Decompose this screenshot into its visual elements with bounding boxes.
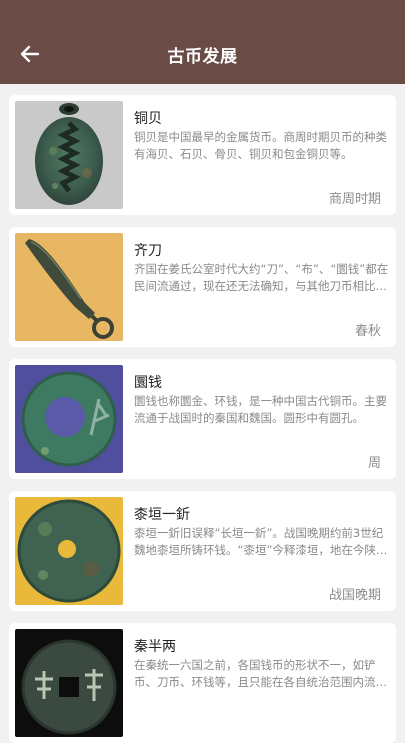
coin-name: 齐刀 bbox=[134, 243, 162, 259]
coin-description: 圜钱也称圜金、环钱，是一种中国古代铜币。主要流通于战国时的秦国和魏国。圆形中有圆… bbox=[134, 394, 387, 425]
coin-description: 齐国在姜氏公室时代大约“刀”、“布”、“圜钱”都在民间流通过，现在还无法确知，与… bbox=[134, 262, 389, 293]
coin-era: 商周时期 bbox=[328, 192, 381, 207]
coin-card-copper-shell[interactable]: 铜贝 铜贝是中国最早的金属货币。商周时期贝币的种类有海贝、石贝、骨贝、铜贝和包金… bbox=[9, 95, 396, 215]
coin-card-banliang[interactable]: 秦半两 在秦统一六国之前，各国钱币的形状不一，如铲币、刀币、环钱等，且只能在各自… bbox=[9, 623, 396, 743]
coin-name: 铜贝 bbox=[134, 111, 162, 127]
copper-shell-coin-image bbox=[15, 101, 123, 209]
coin-card-round[interactable]: 圜钱 圜钱也称圜金、环钱，是一种中国古代铜币。主要流通于战国时的秦国和魏国。圆形… bbox=[9, 359, 396, 479]
coin-name: 秦半两 bbox=[134, 639, 176, 655]
coin-era: 周 bbox=[367, 456, 381, 471]
coin-name: 圜钱 bbox=[134, 375, 162, 391]
coin-era: 战国晚期 bbox=[328, 588, 381, 603]
coin-card-qiyuan[interactable]: 桼垣一釿 桼垣一釿旧误释“长垣一釿”。战国晚期约前3世纪魏地桼垣所铸环钱。“桼垣… bbox=[9, 491, 396, 611]
coin-name: 桼垣一釿 bbox=[134, 507, 190, 523]
knife-coin-image bbox=[15, 233, 123, 341]
coin-card-qi-knife[interactable]: 齐刀 齐国在姜氏公室时代大约“刀”、“布”、“圜钱”都在民间流通过，现在还无法确… bbox=[9, 227, 396, 347]
page-title: 古币发展 bbox=[167, 47, 238, 67]
coin-description: 铜贝是中国最早的金属货币。商周时期贝币的种类有海贝、石贝、骨贝、铜贝和包金铜贝等… bbox=[134, 130, 387, 161]
round-coin-image bbox=[15, 365, 123, 473]
banliang-coin-image bbox=[15, 629, 123, 737]
coin-description: 在秦统一六国之前，各国钱币的形状不一，如铲币、刀币、环钱等，且只能在各自统治范围… bbox=[134, 658, 376, 689]
app-bar: 古币发展 bbox=[0, 0, 405, 84]
coin-era: 春秋 bbox=[354, 324, 381, 339]
coin-description: 桼垣一釿旧误释“长垣一釿”。战国晚期约前3世纪魏地桼垣所铸环钱。“桼垣”今释漆垣… bbox=[134, 526, 384, 557]
qiyuan-coin-image bbox=[15, 497, 123, 605]
